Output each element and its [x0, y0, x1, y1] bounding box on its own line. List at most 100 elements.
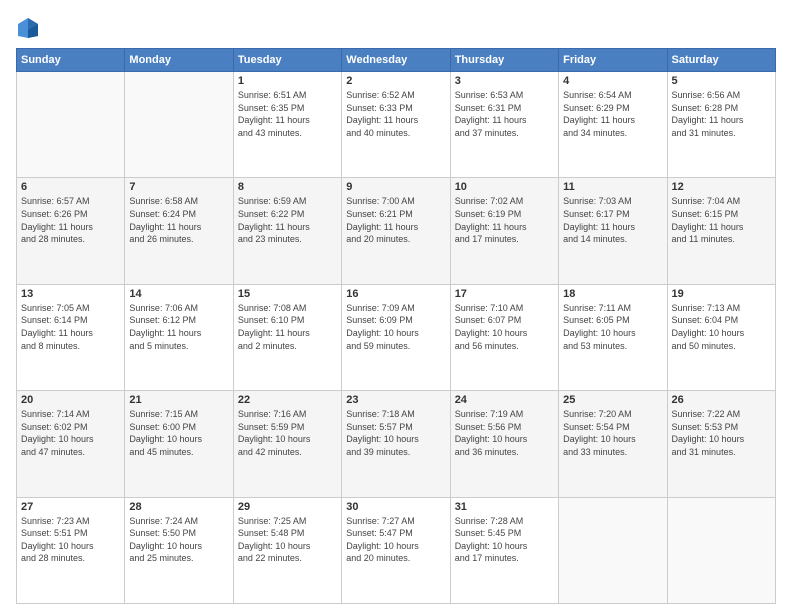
day-info: Sunrise: 7:06 AM Sunset: 6:12 PM Dayligh…: [129, 302, 228, 352]
day-info: Sunrise: 7:03 AM Sunset: 6:17 PM Dayligh…: [563, 195, 662, 245]
calendar-day-cell: 21 Sunrise: 7:15 AM Sunset: 6:00 PM Dayli…: [125, 391, 233, 497]
day-number: 12: [672, 181, 771, 193]
day-info: Sunrise: 7:14 AM Sunset: 6:02 PM Dayligh…: [21, 408, 120, 458]
calendar-day-cell: 19Sunrise: 7:13 AM Sunset: 6:04 PM Dayli…: [667, 284, 775, 390]
day-of-week-header: Saturday: [667, 49, 775, 72]
calendar-day-cell: 27 Sunrise: 7:23 AM Sunset: 5:51 PM Dayli…: [17, 497, 125, 603]
day-number: 30: [346, 501, 445, 513]
calendar-week-row: 6 Sunrise: 6:57 AM Sunset: 6:26 PM Daylig…: [17, 178, 776, 284]
day-info: Sunrise: 7:15 AM Sunset: 6:00 PM Dayligh…: [129, 408, 228, 458]
day-info: Sunrise: 7:10 AM Sunset: 6:07 PM Dayligh…: [455, 302, 554, 352]
calendar-day-cell: 10 Sunrise: 7:02 AM Sunset: 6:19 PM Dayli…: [450, 178, 558, 284]
day-info: Sunrise: 7:02 AM Sunset: 6:19 PM Dayligh…: [455, 195, 554, 245]
day-number: 25: [563, 394, 662, 406]
day-info: Sunrise: 7:22 AM Sunset: 5:53 PM Dayligh…: [672, 408, 771, 458]
calendar-day-cell: 5 Sunrise: 6:56 AM Sunset: 6:28 PM Daylig…: [667, 72, 775, 178]
calendar: SundayMondayTuesdayWednesdayThursdayFrid…: [16, 48, 776, 604]
calendar-day-cell: 26 Sunrise: 7:22 AM Sunset: 5:53 PM Dayli…: [667, 391, 775, 497]
calendar-day-cell: 8 Sunrise: 6:59 AM Sunset: 6:22 PM Daylig…: [233, 178, 341, 284]
calendar-day-cell: 22Sunrise: 7:16 AM Sunset: 5:59 PM Dayli…: [233, 391, 341, 497]
calendar-day-cell: 11Sunrise: 7:03 AM Sunset: 6:17 PM Dayli…: [559, 178, 667, 284]
day-info: Sunrise: 7:11 AM Sunset: 6:05 PM Dayligh…: [563, 302, 662, 352]
calendar-day-cell: 24 Sunrise: 7:19 AM Sunset: 5:56 PM Dayli…: [450, 391, 558, 497]
day-info: Sunrise: 6:58 AM Sunset: 6:24 PM Dayligh…: [129, 195, 228, 245]
calendar-day-cell: 13 Sunrise: 7:05 AM Sunset: 6:14 PM Dayli…: [17, 284, 125, 390]
day-info: Sunrise: 7:05 AM Sunset: 6:14 PM Dayligh…: [21, 302, 120, 352]
calendar-day-cell: 4Sunrise: 6:54 AM Sunset: 6:29 PM Daylig…: [559, 72, 667, 178]
header: [16, 12, 776, 40]
calendar-day-cell: [667, 497, 775, 603]
day-number: 7: [129, 181, 228, 193]
calendar-day-cell: 12 Sunrise: 7:04 AM Sunset: 6:15 PM Dayli…: [667, 178, 775, 284]
calendar-day-cell: [125, 72, 233, 178]
day-number: 17: [455, 288, 554, 300]
day-info: Sunrise: 7:16 AM Sunset: 5:59 PM Dayligh…: [238, 408, 337, 458]
calendar-day-cell: 3 Sunrise: 6:53 AM Sunset: 6:31 PM Daylig…: [450, 72, 558, 178]
day-info: Sunrise: 7:18 AM Sunset: 5:57 PM Dayligh…: [346, 408, 445, 458]
calendar-week-row: 27 Sunrise: 7:23 AM Sunset: 5:51 PM Dayli…: [17, 497, 776, 603]
day-info: Sunrise: 7:27 AM Sunset: 5:47 PM Dayligh…: [346, 515, 445, 565]
day-number: 5: [672, 75, 771, 87]
day-number: 20: [21, 394, 120, 406]
logo-icon: [16, 16, 40, 40]
day-info: Sunrise: 7:28 AM Sunset: 5:45 PM Dayligh…: [455, 515, 554, 565]
calendar-body: 1Sunrise: 6:51 AM Sunset: 6:35 PM Daylig…: [17, 72, 776, 604]
day-info: Sunrise: 6:53 AM Sunset: 6:31 PM Dayligh…: [455, 89, 554, 139]
day-of-week-header: Monday: [125, 49, 233, 72]
day-number: 26: [672, 394, 771, 406]
day-number: 9: [346, 181, 445, 193]
calendar-day-cell: 31 Sunrise: 7:28 AM Sunset: 5:45 PM Dayli…: [450, 497, 558, 603]
calendar-week-row: 20 Sunrise: 7:14 AM Sunset: 6:02 PM Dayli…: [17, 391, 776, 497]
day-number: 21: [129, 394, 228, 406]
day-number: 4: [563, 75, 662, 87]
day-info: Sunrise: 7:09 AM Sunset: 6:09 PM Dayligh…: [346, 302, 445, 352]
calendar-day-cell: 16 Sunrise: 7:09 AM Sunset: 6:09 PM Dayli…: [342, 284, 450, 390]
day-number: 3: [455, 75, 554, 87]
day-number: 8: [238, 181, 337, 193]
calendar-day-cell: 14 Sunrise: 7:06 AM Sunset: 6:12 PM Dayli…: [125, 284, 233, 390]
day-number: 28: [129, 501, 228, 513]
calendar-day-cell: 23Sunrise: 7:18 AM Sunset: 5:57 PM Dayli…: [342, 391, 450, 497]
day-number: 10: [455, 181, 554, 193]
day-number: 6: [21, 181, 120, 193]
calendar-header: SundayMondayTuesdayWednesdayThursdayFrid…: [17, 49, 776, 72]
calendar-day-cell: 25 Sunrise: 7:20 AM Sunset: 5:54 PM Dayli…: [559, 391, 667, 497]
day-of-week-header: Friday: [559, 49, 667, 72]
day-number: 2: [346, 75, 445, 87]
day-of-week-header: Thursday: [450, 49, 558, 72]
day-info: Sunrise: 6:59 AM Sunset: 6:22 PM Dayligh…: [238, 195, 337, 245]
day-number: 14: [129, 288, 228, 300]
calendar-day-cell: 6 Sunrise: 6:57 AM Sunset: 6:26 PM Daylig…: [17, 178, 125, 284]
calendar-day-cell: 18Sunrise: 7:11 AM Sunset: 6:05 PM Dayli…: [559, 284, 667, 390]
calendar-day-cell: 30 Sunrise: 7:27 AM Sunset: 5:47 PM Dayli…: [342, 497, 450, 603]
calendar-day-cell: 1Sunrise: 6:51 AM Sunset: 6:35 PM Daylig…: [233, 72, 341, 178]
day-info: Sunrise: 7:04 AM Sunset: 6:15 PM Dayligh…: [672, 195, 771, 245]
day-of-week-header: Tuesday: [233, 49, 341, 72]
calendar-day-cell: 20 Sunrise: 7:14 AM Sunset: 6:02 PM Dayli…: [17, 391, 125, 497]
day-number: 31: [455, 501, 554, 513]
calendar-day-cell: 2 Sunrise: 6:52 AM Sunset: 6:33 PM Daylig…: [342, 72, 450, 178]
day-info: Sunrise: 6:57 AM Sunset: 6:26 PM Dayligh…: [21, 195, 120, 245]
calendar-day-cell: [559, 497, 667, 603]
day-info: Sunrise: 6:52 AM Sunset: 6:33 PM Dayligh…: [346, 89, 445, 139]
day-number: 24: [455, 394, 554, 406]
day-number: 13: [21, 288, 120, 300]
day-info: Sunrise: 7:00 AM Sunset: 6:21 PM Dayligh…: [346, 195, 445, 245]
calendar-day-cell: 15Sunrise: 7:08 AM Sunset: 6:10 PM Dayli…: [233, 284, 341, 390]
day-of-week-header: Wednesday: [342, 49, 450, 72]
day-info: Sunrise: 7:23 AM Sunset: 5:51 PM Dayligh…: [21, 515, 120, 565]
day-number: 16: [346, 288, 445, 300]
page: SundayMondayTuesdayWednesdayThursdayFrid…: [0, 0, 792, 612]
day-header-row: SundayMondayTuesdayWednesdayThursdayFrid…: [17, 49, 776, 72]
day-info: Sunrise: 7:24 AM Sunset: 5:50 PM Dayligh…: [129, 515, 228, 565]
day-info: Sunrise: 7:08 AM Sunset: 6:10 PM Dayligh…: [238, 302, 337, 352]
day-info: Sunrise: 6:56 AM Sunset: 6:28 PM Dayligh…: [672, 89, 771, 139]
day-info: Sunrise: 6:51 AM Sunset: 6:35 PM Dayligh…: [238, 89, 337, 139]
day-number: 29: [238, 501, 337, 513]
day-number: 27: [21, 501, 120, 513]
calendar-day-cell: 28 Sunrise: 7:24 AM Sunset: 5:50 PM Dayli…: [125, 497, 233, 603]
day-info: Sunrise: 7:19 AM Sunset: 5:56 PM Dayligh…: [455, 408, 554, 458]
day-info: Sunrise: 7:20 AM Sunset: 5:54 PM Dayligh…: [563, 408, 662, 458]
calendar-week-row: 1Sunrise: 6:51 AM Sunset: 6:35 PM Daylig…: [17, 72, 776, 178]
day-of-week-header: Sunday: [17, 49, 125, 72]
